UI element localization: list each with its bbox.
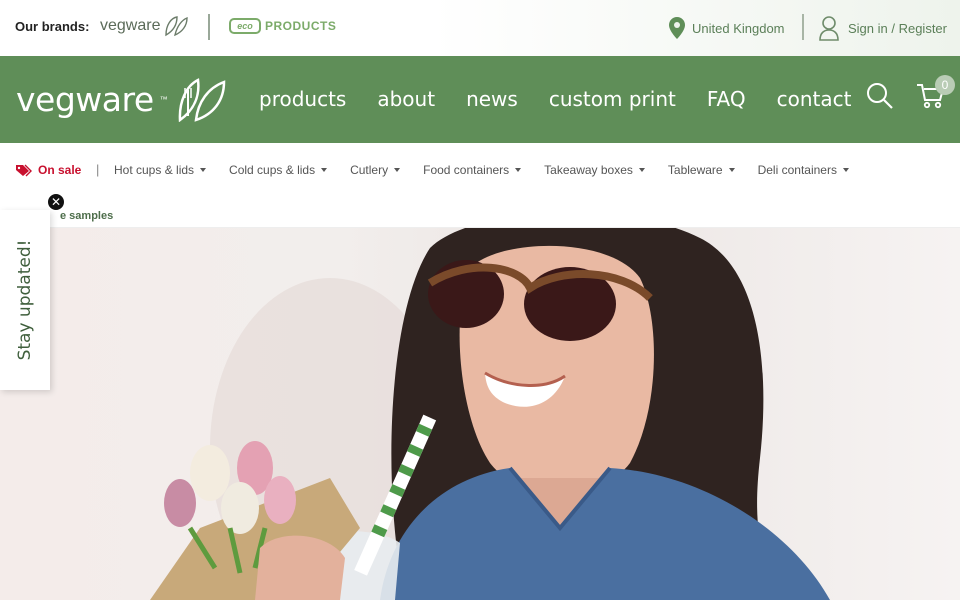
- search-icon: [867, 83, 893, 109]
- close-icon[interactable]: ✕: [47, 193, 65, 211]
- cart-count-badge: 0: [935, 75, 955, 95]
- category-hot-cups[interactable]: Hot cups & lids: [114, 163, 207, 177]
- eco-products-text: PRODUCTS: [265, 19, 337, 33]
- location-pin-icon: [669, 17, 685, 39]
- nav-contact[interactable]: contact: [777, 87, 852, 111]
- category-divider: |: [96, 162, 100, 177]
- category-menu: Hot cups & lids Cold cups & lids Cutlery…: [114, 163, 849, 177]
- tag-icon: [16, 164, 32, 176]
- category-cutlery[interactable]: Cutlery: [350, 163, 401, 177]
- caret-down-icon: [638, 168, 645, 172]
- nav-faq[interactable]: FAQ: [707, 87, 746, 111]
- caret-down-icon: [728, 168, 735, 172]
- category-tableware[interactable]: Tableware: [668, 163, 735, 177]
- category-label: Deli containers: [757, 163, 837, 177]
- brand-link-eco-products[interactable]: eco PRODUCTS: [229, 18, 336, 34]
- sign-in-label: Sign in / Register: [848, 20, 947, 36]
- category-takeaway-boxes[interactable]: Takeaway boxes: [544, 163, 645, 177]
- category-cold-cups[interactable]: Cold cups & lids: [229, 163, 328, 177]
- vegware-logo[interactable]: vegware ™: [16, 76, 228, 122]
- sign-in-link[interactable]: Sign in / Register: [818, 15, 947, 41]
- eco-badge: eco: [229, 18, 261, 34]
- search-button[interactable]: [866, 82, 894, 115]
- nav-links: products about news custom print FAQ con…: [259, 87, 851, 111]
- free-samples-link[interactable]: e samples: [60, 210, 113, 222]
- category-label: Tableware: [667, 163, 723, 177]
- category-label: Cold cups & lids: [229, 163, 316, 177]
- category-deli-containers[interactable]: Deli containers: [758, 163, 849, 177]
- stay-updated-label: Stay updated!: [15, 239, 35, 361]
- top-separator: [802, 14, 804, 40]
- category-label: Cutlery: [350, 163, 389, 177]
- brand-link-vegware[interactable]: vegware: [100, 15, 189, 37]
- category-label: Hot cups & lids: [114, 163, 195, 177]
- nav-custom-print[interactable]: custom print: [549, 87, 676, 111]
- logo-trademark: ™: [159, 94, 168, 104]
- on-sale-label: On sale: [38, 163, 82, 177]
- on-sale-link[interactable]: On sale: [15, 163, 81, 177]
- main-navigation: vegware ™ products about news custom pri…: [0, 56, 960, 143]
- category-label: Takeaway boxes: [544, 163, 633, 177]
- brands-label: Our brands:: [15, 19, 90, 34]
- category-food-containers[interactable]: Food containers: [423, 163, 522, 177]
- caret-down-icon: [842, 168, 849, 172]
- caret-down-icon: [394, 168, 401, 172]
- category-label: Food containers: [423, 163, 510, 177]
- country-selector[interactable]: United Kingdom: [668, 16, 785, 40]
- hero-image: [0, 228, 960, 600]
- logo-text: vegware: [16, 79, 154, 119]
- nav-about[interactable]: about: [377, 87, 435, 111]
- nav-news[interactable]: news: [466, 87, 518, 111]
- caret-down-icon: [321, 168, 328, 172]
- nav-products[interactable]: products: [259, 87, 346, 111]
- brand-separator: [208, 14, 210, 40]
- country-label: United Kingdom: [692, 20, 785, 36]
- category-bar: [0, 143, 960, 228]
- leaf-fork-logo-icon: [178, 78, 225, 122]
- caret-down-icon: [515, 168, 522, 172]
- caret-down-icon: [200, 168, 207, 172]
- leaf-fork-icon: [165, 16, 189, 37]
- hero-illustration: [150, 228, 830, 600]
- brand-vegware-text: vegware: [100, 17, 161, 34]
- user-icon: [819, 16, 839, 41]
